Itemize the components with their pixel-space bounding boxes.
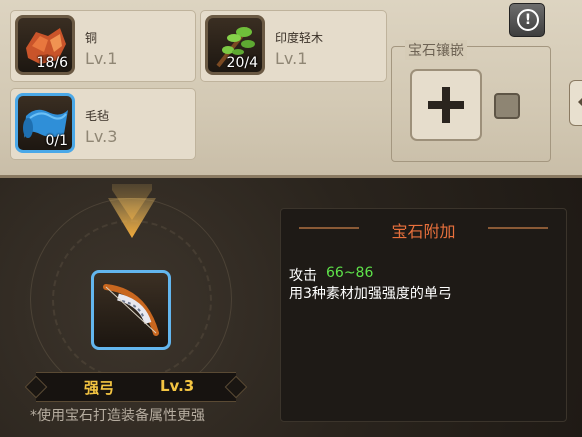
material-card-felt[interactable]: 0/1 毛毡 Lv.3	[10, 88, 196, 160]
item-name-bar: 强弓 Lv.3	[24, 372, 248, 402]
info-button[interactable]: !	[509, 3, 545, 37]
material-name: 铜	[85, 31, 98, 45]
gem-bonus-title: 宝石附加	[391, 222, 456, 241]
exclamation-icon: !	[517, 9, 539, 31]
attack-value: 66~86	[326, 265, 374, 281]
material-name: 毛毡	[85, 109, 110, 123]
material-name: 印度轻木	[275, 31, 324, 45]
gem-bonus-panel: 宝石附加 攻击 66~86 用3种素材加强强度的单弓	[280, 208, 567, 422]
item-name: 强弓	[84, 379, 115, 397]
material-slot: 20/4	[205, 15, 265, 75]
add-gem-button[interactable]	[410, 69, 482, 141]
attack-label: 攻击	[289, 268, 317, 284]
gem-inlay-title: 宝石镶嵌	[405, 40, 467, 60]
material-count: 20/4	[226, 55, 258, 71]
material-slot: 18/6	[15, 15, 75, 75]
crafting-screen: 18/6 铜 Lv.1 20/4 印度轻木 Lv.1 0/1 毛毡 Lv.3 宝…	[0, 0, 582, 437]
bow-icon	[103, 284, 159, 336]
plus-icon-vertical	[442, 87, 450, 123]
material-level: Lv.1	[85, 49, 118, 68]
down-arrow-icon	[108, 184, 156, 238]
side-expand-tab[interactable]	[569, 80, 582, 126]
material-slot: 0/1	[15, 93, 75, 153]
gem-hint-text: *使用宝石打造装备属性更强	[30, 408, 205, 424]
material-card-copper[interactable]: 18/6 铜 Lv.1	[10, 10, 196, 82]
material-card-balsa-wood[interactable]: 20/4 印度轻木 Lv.1	[200, 10, 387, 82]
item-level: Lv.3	[160, 377, 195, 395]
gem-checkbox[interactable]	[494, 93, 520, 119]
item-description: 用3种素材加强强度的单弓	[289, 286, 452, 302]
materials-panel: 18/6 铜 Lv.1 20/4 印度轻木 Lv.1 0/1 毛毡 Lv.3 宝…	[0, 0, 582, 178]
material-count: 0/1	[45, 133, 68, 149]
material-level: Lv.1	[275, 49, 308, 68]
material-count: 18/6	[36, 55, 68, 71]
material-level: Lv.3	[85, 127, 118, 146]
crafted-item-slot[interactable]	[91, 270, 171, 350]
